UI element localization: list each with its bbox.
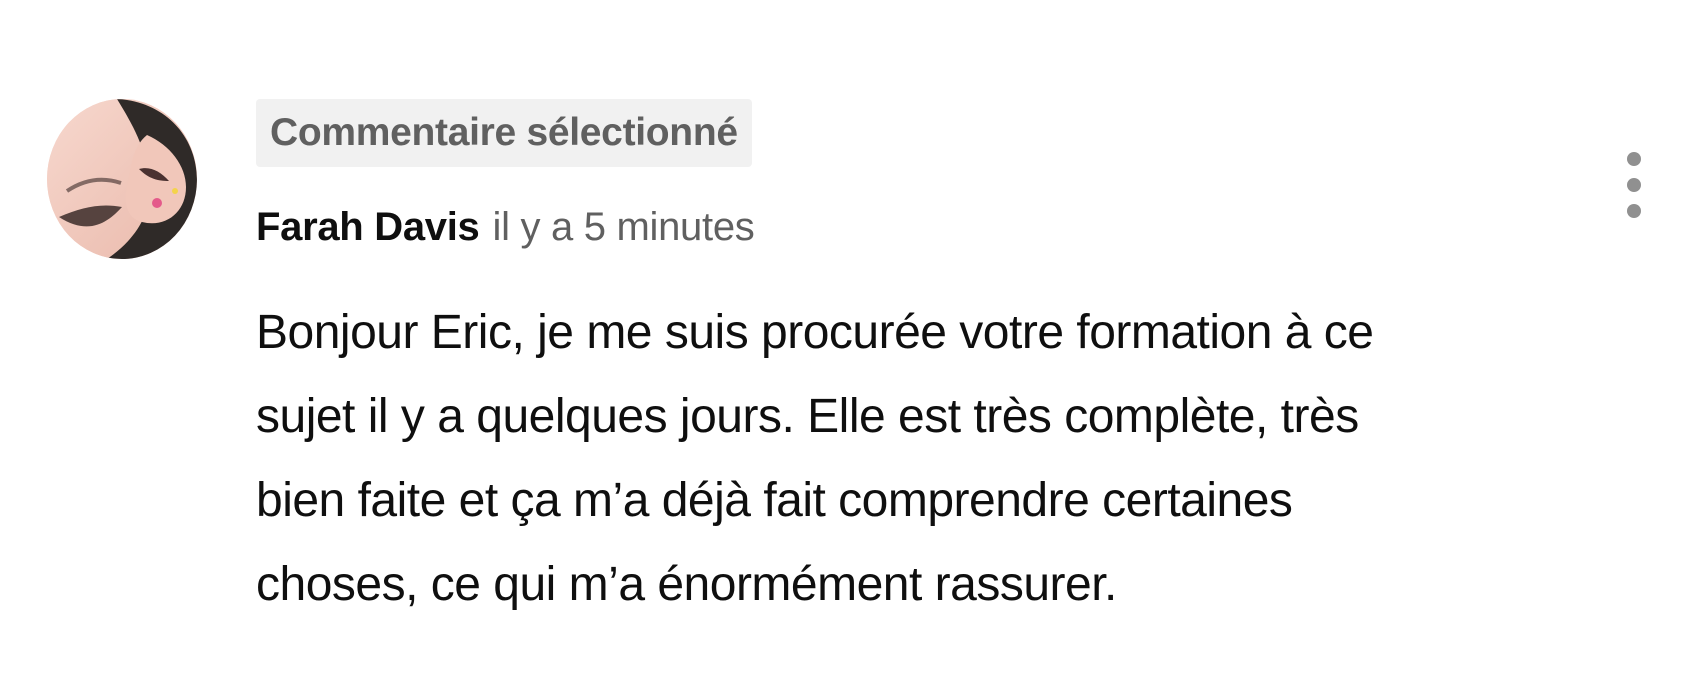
comment-text-line: sujet il y a quelques jours. Elle est tr… <box>256 390 1359 443</box>
author-name[interactable]: Farah Davis <box>256 205 480 250</box>
comment-text-line: Bonjour Eric, je me suis procurée votre … <box>256 306 1374 359</box>
comment-text-line: bien faite et ça m’a déjà fait comprendr… <box>256 474 1293 527</box>
more-vertical-icon <box>1627 152 1641 218</box>
comment-timestamp[interactable]: il y a 5 minutes <box>492 205 754 250</box>
comment-actions-button[interactable] <box>1612 143 1656 227</box>
selected-comment: Commentaire sélectionné Farah Davis il y… <box>0 0 1694 682</box>
comment-meta: Farah Davis il y a 5 minutes <box>256 205 755 259</box>
comment-text-line: choses, ce qui m’a énormément rassurer. <box>256 558 1117 611</box>
selected-comment-badge: Commentaire sélectionné <box>256 99 752 167</box>
comment-text: Bonjour Eric, je me suis procurée votre … <box>256 291 1536 627</box>
avatar[interactable] <box>47 99 197 259</box>
